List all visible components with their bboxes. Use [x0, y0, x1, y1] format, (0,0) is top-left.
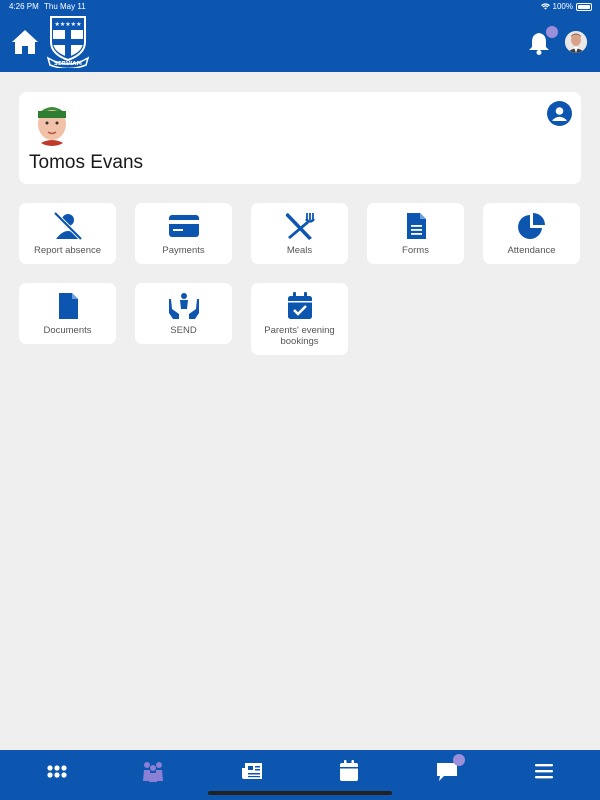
grid-icon: [47, 765, 67, 778]
tile-label: Attendance: [507, 245, 556, 256]
user-avatar[interactable]: [565, 31, 587, 53]
tile-forms[interactable]: Forms: [367, 203, 464, 264]
nav-news[interactable]: [240, 759, 264, 783]
tile-send[interactable]: SEND: [135, 283, 232, 344]
calendar-icon: [340, 760, 358, 781]
nav-menu[interactable]: [532, 759, 556, 783]
school-crest: ★★★★★ SERVIAM: [46, 14, 90, 70]
calendar-check-icon: [283, 291, 317, 321]
utensils-icon: [283, 211, 317, 241]
hands-holding-child-icon: [167, 291, 201, 321]
user-slash-icon: [51, 211, 85, 241]
notification-badge: [546, 26, 558, 38]
child-profile-card[interactable]: Tomos Evans: [19, 92, 581, 184]
battery-icon: [576, 2, 592, 11]
home-indicator[interactable]: [208, 791, 392, 795]
newspaper-icon: [242, 763, 262, 779]
people-icon: [143, 762, 163, 782]
tile-label: SEND: [170, 325, 197, 336]
tile-label: Report absence: [33, 245, 102, 256]
tile-payments[interactable]: Payments: [135, 203, 232, 264]
tile-label: Parents' evening bookings: [264, 325, 335, 347]
crest-motto: SERVIAM: [54, 61, 82, 67]
file-icon: [51, 291, 85, 321]
tile-attendance[interactable]: Attendance: [483, 203, 580, 264]
message-badge: [453, 754, 465, 766]
svg-text:★★★★★: ★★★★★: [55, 21, 82, 28]
user-circle-icon: [547, 101, 572, 126]
tile-parents-evening-bookings[interactable]: Parents' evening bookings: [251, 283, 348, 355]
nav-calendar[interactable]: [337, 759, 361, 783]
tile-label: Payments: [162, 245, 205, 256]
tile-label: Meals: [286, 245, 313, 256]
child-photo: [30, 102, 74, 146]
tile-meals[interactable]: Meals: [251, 203, 348, 264]
home-button[interactable]: [10, 28, 40, 56]
file-lines-icon: [399, 211, 433, 241]
pie-chart-icon: [515, 211, 549, 241]
credit-card-icon: [167, 211, 201, 241]
battery-percent: 100%: [552, 2, 573, 11]
nav-people[interactable]: [141, 759, 165, 783]
status-time: 4:26 PM: [9, 2, 39, 11]
profile-details-button[interactable]: [547, 101, 572, 126]
status-indicators: 100%: [540, 2, 592, 11]
home-icon: [12, 30, 38, 54]
tile-report-absence[interactable]: Report absence: [19, 203, 116, 264]
tile-documents[interactable]: Documents: [19, 283, 116, 344]
nav-apps[interactable]: [45, 759, 69, 783]
wifi-icon: [540, 3, 550, 10]
tile-label: Forms: [402, 245, 429, 256]
menu-icon: [535, 764, 553, 779]
tile-label: Documents: [43, 325, 92, 336]
status-date: Thu May 11: [44, 2, 86, 11]
app-header: 4:26 PM Thu May 11 100% ★★★★★ SERVIAM: [0, 0, 600, 72]
child-name: Tomos Evans: [29, 152, 144, 173]
